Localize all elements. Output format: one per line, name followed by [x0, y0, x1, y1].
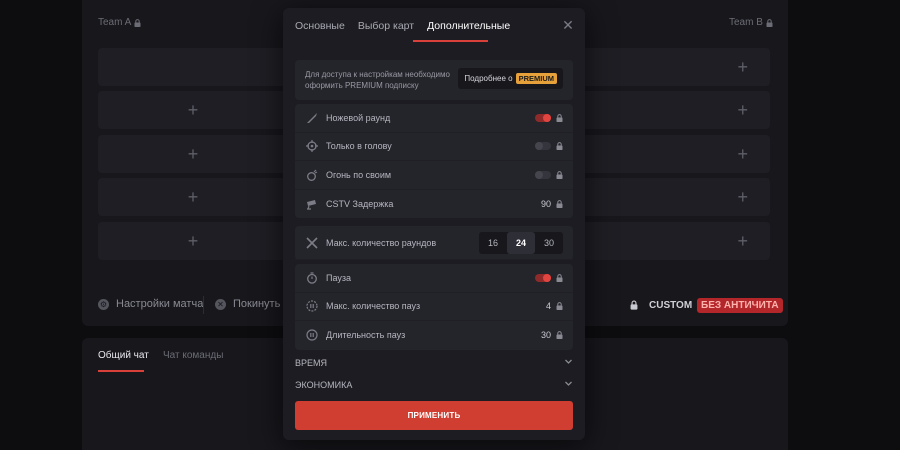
- team-a-slot[interactable]: +: [98, 178, 288, 216]
- timer-icon: [305, 271, 318, 284]
- headshot-only-toggle[interactable]: [535, 142, 551, 151]
- team-a-slot[interactable]: +: [98, 135, 288, 173]
- crosshair-icon: [305, 140, 318, 153]
- tab-additional[interactable]: Дополнительные: [427, 20, 510, 32]
- rounds-option-30[interactable]: 30: [535, 232, 563, 254]
- max-pauses-value[interactable]: 4: [546, 301, 551, 311]
- option-max-pauses: Макс. количество пауз 4: [295, 293, 573, 321]
- team-b-slot[interactable]: +: [582, 48, 770, 86]
- options-group: Ножевой раунд Только в голову Огонь по с…: [295, 104, 573, 218]
- option-knife-round: Ножевой раунд: [295, 104, 573, 133]
- modal-tabs: Основные Выбор карт Дополнительные: [295, 20, 510, 32]
- chevron-down-icon: [565, 359, 572, 364]
- grenade-icon: [305, 168, 318, 181]
- pause-options-group: Пауза Макс. количество пауз 4 Длительнос…: [295, 264, 573, 350]
- rounds-selector: 16 24 30: [479, 232, 563, 254]
- premium-badge: PREMIUM: [515, 73, 557, 84]
- settings-modal: Основные Выбор карт Дополнительные ✕ Для…: [283, 8, 585, 440]
- team-a-slot[interactable]: +: [98, 91, 288, 129]
- rounds-option-24[interactable]: 24: [507, 232, 535, 254]
- lock-icon: [556, 142, 563, 151]
- lock-icon: [556, 302, 563, 311]
- team-a-slot[interactable]: [98, 48, 288, 86]
- swords-icon: [305, 236, 318, 249]
- plus-icon: +: [737, 186, 748, 207]
- option-cstv-delay: CSTV Задержка 90: [295, 190, 573, 219]
- team-b-slot[interactable]: +: [582, 222, 770, 260]
- pause-toggle[interactable]: [535, 273, 551, 282]
- option-pause: Пауза: [295, 264, 573, 293]
- plus-icon: +: [737, 99, 748, 120]
- team-b-slot[interactable]: +: [582, 135, 770, 173]
- camera-icon: [305, 197, 318, 210]
- divider: [203, 296, 204, 314]
- close-icon[interactable]: ✕: [561, 18, 575, 32]
- team-b-slot[interactable]: +: [582, 178, 770, 216]
- team-b-label: Team B: [729, 17, 773, 28]
- tab-team-chat[interactable]: Чат команды: [163, 350, 223, 361]
- pause-count-icon: [305, 300, 318, 313]
- pause-duration-value[interactable]: 30: [541, 330, 551, 340]
- custom-badge: CUSTOM: [649, 300, 693, 311]
- plus-icon: +: [187, 143, 199, 164]
- knife-icon: [305, 111, 318, 124]
- plus-icon: +: [737, 56, 748, 77]
- chevron-down-icon: [565, 381, 572, 386]
- plus-icon: +: [187, 186, 199, 207]
- active-tab-indicator: [98, 370, 144, 372]
- knife-round-toggle[interactable]: [535, 113, 551, 122]
- friendly-fire-toggle[interactable]: [535, 170, 551, 179]
- cstv-delay-value[interactable]: 90: [541, 199, 551, 209]
- max-rounds-setting: Макс. количество раундов 16 24 30: [295, 226, 573, 260]
- team-a-label: Team A: [98, 17, 141, 28]
- team-a-slot[interactable]: +: [98, 222, 288, 260]
- option-headshot-only: Только в голову: [295, 133, 573, 161]
- lock-icon: [556, 199, 563, 208]
- option-pause-duration: Длительность пауз 30: [295, 321, 573, 350]
- active-tab-indicator: [413, 40, 488, 42]
- premium-promo: Для доступа к настройкам необходимо офор…: [295, 60, 573, 100]
- lock-icon: [134, 18, 141, 27]
- close-circle-icon: ✕: [215, 298, 226, 310]
- lock-icon: [556, 273, 563, 282]
- lock-icon: [556, 331, 563, 340]
- rounds-option-16[interactable]: 16: [479, 232, 507, 254]
- tab-basic[interactable]: Основные: [295, 20, 345, 32]
- team-b-slot[interactable]: +: [582, 91, 770, 129]
- lock-icon: [766, 18, 773, 27]
- tab-general-chat[interactable]: Общий чат: [98, 350, 149, 361]
- premium-details-button[interactable]: Подробнее о PREMIUM: [458, 68, 563, 89]
- pause-duration-icon: [305, 329, 318, 342]
- option-friendly-fire: Огонь по своим: [295, 161, 573, 190]
- plus-icon: +: [737, 143, 748, 164]
- leave-match-button[interactable]: ✕ Покинуть м: [215, 298, 291, 310]
- match-settings-button[interactable]: ⚙ Настройки матча: [98, 298, 203, 310]
- plus-icon: +: [187, 230, 199, 251]
- lock-icon: [630, 300, 638, 310]
- promo-text: Для доступа к настройкам необходимо офор…: [305, 70, 450, 90]
- section-time[interactable]: ВРЕМЯ: [295, 355, 573, 371]
- lock-icon: [556, 113, 563, 122]
- gear-icon: ⚙: [98, 298, 109, 310]
- section-economy[interactable]: ЭКОНОМИКА: [295, 377, 573, 393]
- no-anticheat-badge: БЕЗ АНТИЧИТА: [697, 298, 783, 313]
- lock-icon: [556, 170, 563, 179]
- apply-button[interactable]: ПРИМЕНИТЬ: [295, 401, 573, 430]
- tab-map-select[interactable]: Выбор карт: [358, 20, 414, 32]
- plus-icon: +: [187, 99, 199, 120]
- plus-icon: +: [737, 230, 748, 251]
